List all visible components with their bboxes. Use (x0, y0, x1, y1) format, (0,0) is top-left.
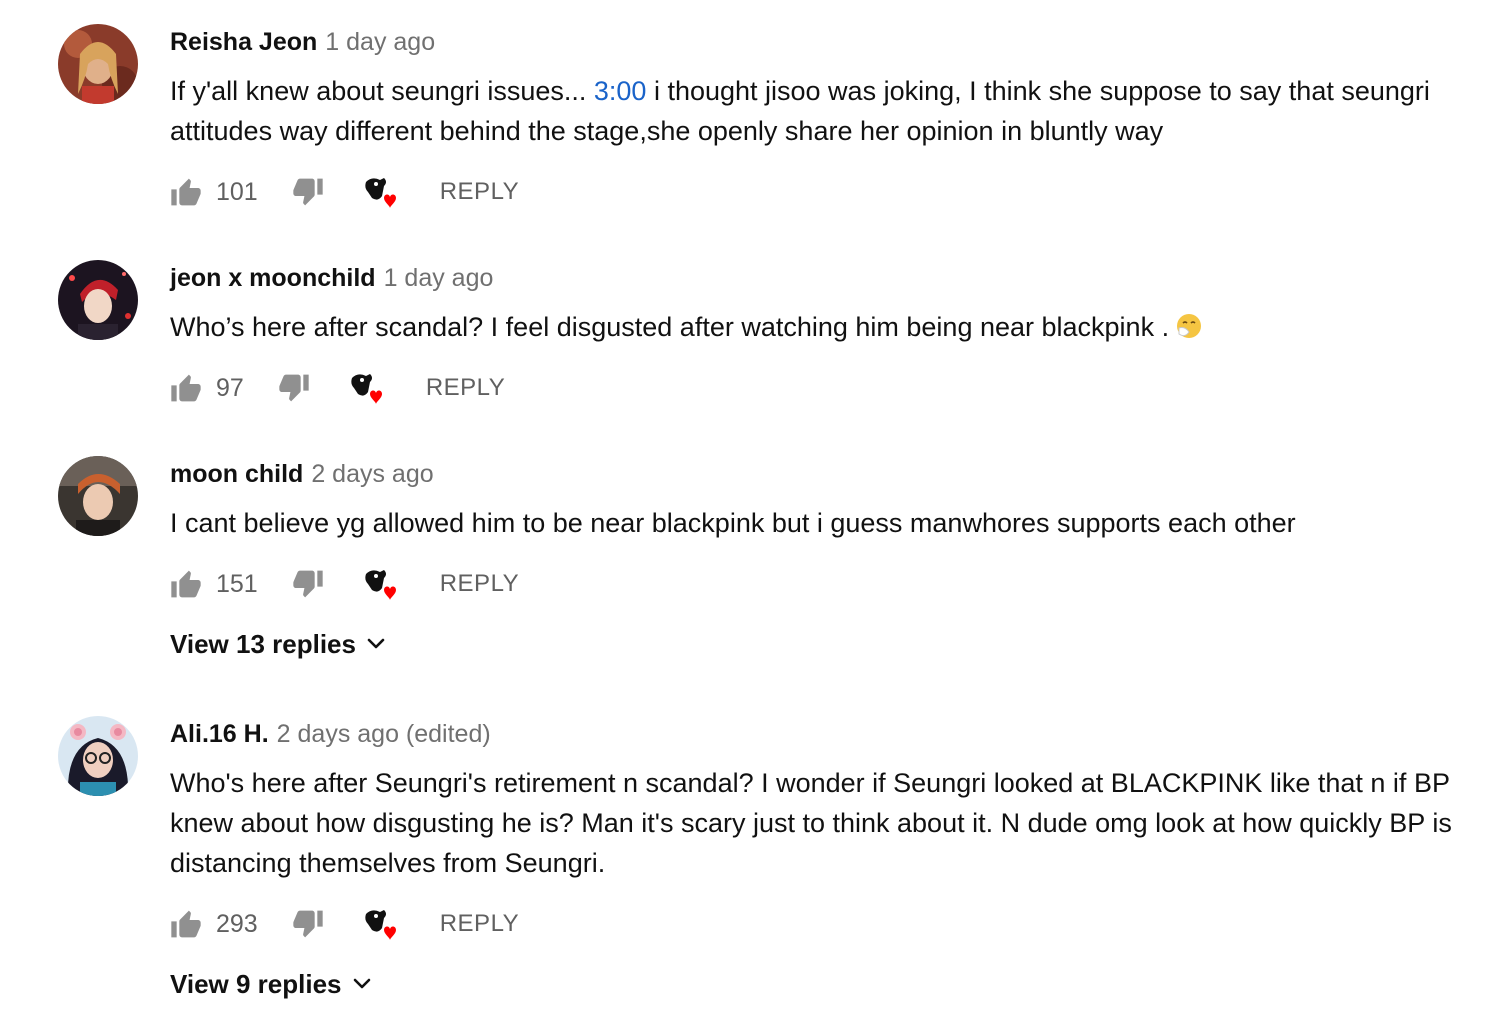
timestamp-link[interactable]: 3:00 (594, 76, 647, 106)
comment-time[interactable]: 1 day ago (325, 28, 435, 56)
like-count: 293 (216, 909, 258, 938)
like-button[interactable] (170, 909, 202, 939)
avatar[interactable] (58, 456, 138, 536)
author-name[interactable]: jeon x moonchild (170, 264, 376, 292)
thumbs-down-icon (293, 570, 323, 598)
thumbs-up-icon (171, 910, 201, 938)
creator-heart[interactable] (362, 904, 402, 944)
creator-heart-icon (365, 910, 396, 940)
view-replies-button[interactable]: View 9 replies (170, 964, 372, 1004)
view-replies-button[interactable]: View 13 replies (170, 624, 386, 664)
comment-actions: 101 REPLY (170, 172, 519, 212)
avatar[interactable] (58, 716, 138, 796)
author-name[interactable]: Reisha Jeon (170, 28, 317, 56)
comment-time[interactable]: 2 days ago (edited) (277, 720, 491, 748)
thumbs-up-icon (171, 374, 201, 402)
like-button[interactable] (170, 373, 202, 403)
comment-actions: 97 REPLY (170, 368, 505, 408)
avatar-image (58, 24, 138, 104)
like-count: 97 (216, 373, 244, 402)
comment-time[interactable]: 1 day ago (384, 264, 494, 292)
reply-button[interactable]: REPLY (440, 178, 519, 206)
dislike-button[interactable] (292, 909, 324, 939)
like-count: 151 (216, 569, 258, 598)
like-button[interactable] (170, 569, 202, 599)
creator-heart[interactable] (348, 368, 388, 408)
chevron-down-icon (367, 638, 385, 649)
creator-heart[interactable] (362, 564, 402, 604)
avatar[interactable] (58, 24, 138, 104)
reply-button[interactable]: REPLY (440, 910, 519, 938)
avatar-image (58, 716, 138, 796)
comment-text-part: Who’s here after scandal? I feel disgust… (170, 312, 1170, 342)
comment-body: moon child 2 days ago I cant believe yg a… (170, 456, 1482, 543)
creator-heart-icon (351, 374, 382, 404)
view-replies-label: View 13 replies (170, 628, 356, 659)
author-name[interactable]: moon child (170, 460, 303, 488)
creator-heart[interactable] (362, 172, 402, 212)
thumbs-down-icon (293, 910, 323, 938)
reply-button[interactable]: REPLY (426, 374, 505, 402)
comment-body: jeon x moonchild 1 day ago Who’s here aft… (170, 260, 1482, 351)
view-replies-label: View 9 replies (170, 968, 342, 999)
author-name[interactable]: Ali.16 H. (170, 720, 269, 748)
thumbs-up-icon (171, 178, 201, 206)
dislike-button[interactable] (292, 177, 324, 207)
chevron-down-icon (353, 978, 370, 989)
comment-header: jeon x moonchild 1 day ago (170, 260, 1482, 296)
comment-body: Ali.16 H. 2 days ago (edited) Who's here … (170, 716, 1482, 883)
comment-header: moon child 2 days ago (170, 456, 1482, 492)
creator-heart-icon (365, 178, 396, 208)
avatar-image (58, 456, 138, 536)
comment-actions: 293 REPLY (170, 904, 519, 944)
comment-body: Reisha Jeon 1 day ago If y'all knew about… (170, 24, 1482, 151)
dislike-button[interactable] (278, 373, 310, 403)
comment-text: Who’s here after scandal? I feel disgust… (170, 307, 1482, 351)
like-button[interactable] (170, 177, 202, 207)
thumbs-up-icon (171, 570, 201, 598)
comment-text: Who's here after Seungri's retirement n … (170, 768, 1452, 878)
comment-text: If y'all knew about seungri issues... 3:… (170, 71, 1482, 151)
thumbs-down-icon (279, 374, 309, 402)
thumbs-down-icon (293, 178, 323, 206)
comment-actions: 151 REPLY (170, 564, 519, 604)
comment-header: Reisha Jeon 1 day ago (170, 24, 1482, 60)
creator-heart-icon (365, 570, 396, 600)
comment-text-part: If y'all knew about seungri issues... (170, 76, 594, 106)
sneezing-face-emoji (1175, 311, 1203, 351)
reply-button[interactable]: REPLY (440, 570, 519, 598)
avatar-image (58, 260, 138, 340)
comment-header: Ali.16 H. 2 days ago (edited) (170, 716, 1482, 752)
like-count: 101 (216, 177, 258, 206)
dislike-button[interactable] (292, 569, 324, 599)
comment-time[interactable]: 2 days ago (311, 460, 433, 488)
avatar[interactable] (58, 260, 138, 340)
comment-text: I cant believe yg allowed him to be near… (170, 508, 1296, 538)
